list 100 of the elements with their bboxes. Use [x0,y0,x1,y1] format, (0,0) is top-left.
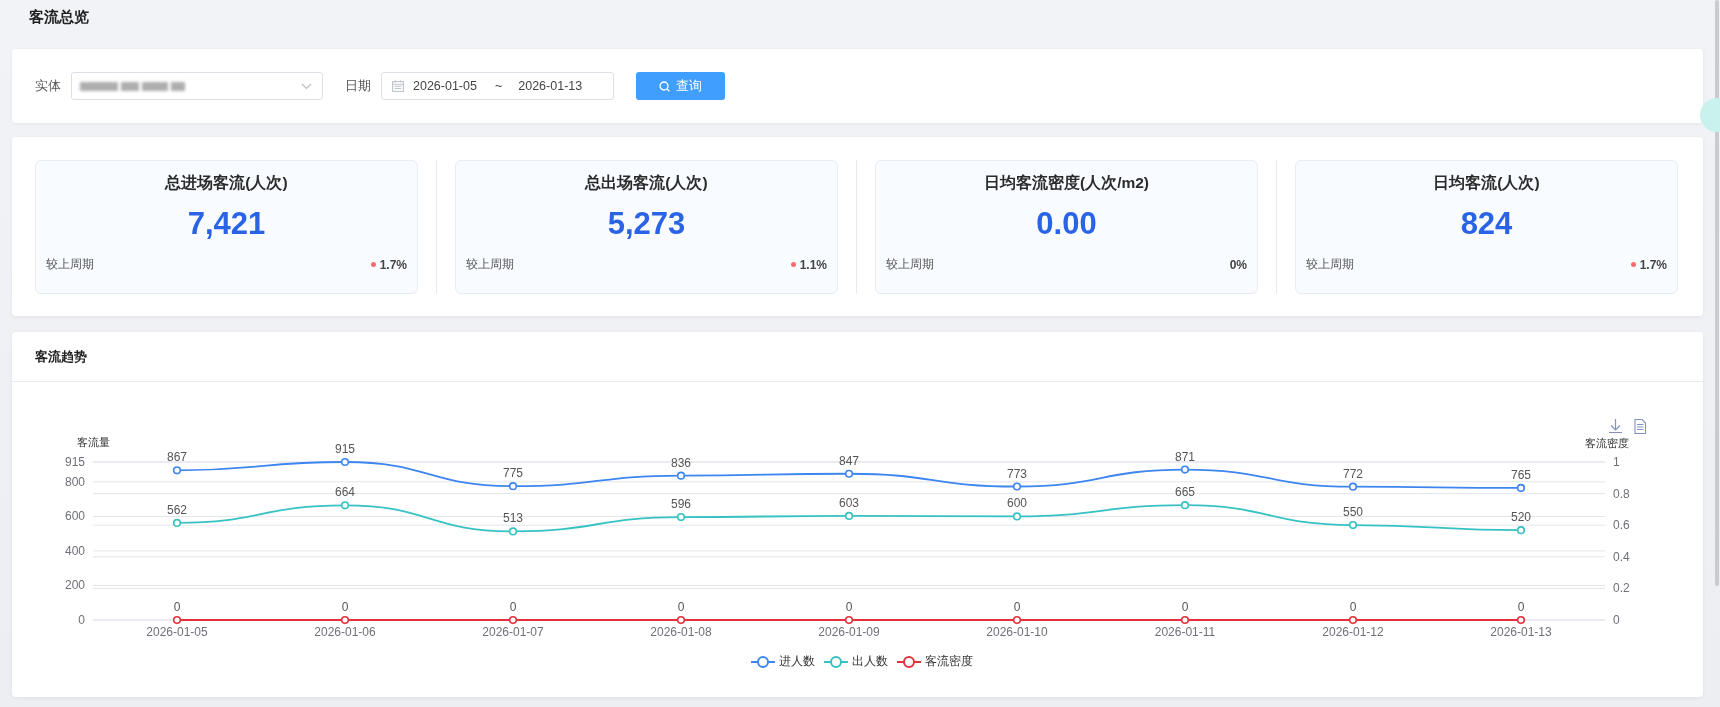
scrollbar-thumb[interactable] [1715,0,1719,586]
data-label: 0 [509,600,517,614]
axis-title: 客流密度 [1585,437,1629,449]
data-point [340,501,350,510]
data-point [1180,501,1190,510]
axis-title: 客流量 [76,436,110,448]
calendar-icon [392,80,404,92]
axis-tick-label: 2026-01-05 [146,625,208,639]
data-point [508,482,518,491]
stat-value: 0.00 [1036,206,1097,242]
data-label: 773 [1007,466,1027,481]
legend-label[interactable]: 出人数 [851,654,888,669]
stat-value: 824 [1460,206,1513,242]
data-label: 520 [1511,510,1531,525]
document-icon[interactable] [1634,418,1647,435]
data-point [1516,615,1526,625]
data-label: 775 [503,466,523,481]
change-value: 1.7% [1639,257,1667,272]
data-label: 847 [839,453,859,468]
data-label: 664 [335,485,355,500]
data-label: 915 [335,442,355,456]
data-point [172,615,182,625]
search-icon [659,80,670,92]
change-value: 0% [1229,257,1247,272]
entity-select[interactable] [71,72,323,100]
stat-value: 7,421 [187,206,266,242]
axis-tick-label: 2026-01-06 [314,625,376,639]
data-point [1180,615,1190,625]
data-point [1012,512,1022,521]
stat-title: 日均客流(人次) [1433,173,1540,193]
data-point [844,511,854,520]
date-range-field[interactable]: 2026-01-05 ~ 2026-01-13 [381,72,614,100]
stat-value: 5,273 [607,206,686,242]
data-point [1348,482,1358,491]
data-label: 836 [671,455,691,470]
legend-label[interactable]: 客流密度 [924,654,973,669]
axis-tick-label: 2026-01-12 [1322,625,1384,639]
legend-label[interactable]: 进人数 [778,654,815,669]
axis-tick-label: 0 [78,613,85,627]
data-label: 0 [677,600,685,614]
data-label: 0 [1013,600,1021,614]
axis-tick-label: 2026-01-10 [986,625,1048,639]
data-point [1348,520,1358,530]
data-point [676,471,686,480]
data-label: 0 [1517,600,1525,614]
axis-tick-label: 0.4 [1613,549,1630,564]
data-point [1516,526,1526,535]
compare-label: 较上周期 [886,256,934,273]
data-label: 665 [1175,485,1195,500]
axis-tick-label: 2026-01-07 [482,625,544,639]
stat-title: 总进场客流(人次) [165,173,288,193]
stat-title: 日均客流密度(人次/m2) [983,173,1149,193]
page-title: 客流总览 [29,8,89,25]
data-point [1012,615,1022,625]
data-label: 562 [167,502,187,517]
data-label: 603 [839,495,859,510]
axis-tick-label: 1 [1613,455,1620,469]
data-point [676,615,686,625]
data-label: 871 [1175,449,1195,464]
data-label: 550 [1343,505,1363,520]
axis-tick-label: 0.8 [1613,486,1630,501]
data-label: 765 [1511,467,1531,482]
stat-title: 总出场客流(人次) [585,173,708,193]
data-point [340,457,350,467]
axis-tick-label: 800 [64,474,85,489]
data-point [1348,615,1358,625]
axis-tick-label: 0 [1613,613,1620,627]
date-label: 日期 [345,78,371,94]
compare-label: 较上周期 [46,256,94,273]
data-point [172,518,182,528]
download-icon[interactable] [1608,418,1623,434]
data-label: 0 [1349,600,1357,614]
axis-tick-label: 2026-01-13 [1490,625,1552,639]
data-point [676,513,686,522]
change-value: 1.1% [799,257,827,272]
data-point [172,466,182,475]
data-point [1012,482,1022,491]
chevron-icon [301,82,312,90]
data-label: 0 [173,600,181,614]
data-point [844,469,854,478]
axis-tick-label: 400 [64,543,85,558]
panel-title: 客流趋势 [35,347,87,366]
data-point [844,615,854,625]
compare-label: 较上周期 [466,256,514,273]
data-label: 596 [671,497,691,512]
data-point [508,527,518,536]
axis-tick-label: 2026-01-09 [818,625,880,639]
compare-label: 较上周期 [1306,256,1354,273]
entity-label: 实体 [35,78,61,94]
data-label: 600 [1007,496,1027,511]
axis-tick-label: 2026-01-11 [1154,625,1216,639]
axis-tick-label: 200 [64,578,85,593]
change-value: 1.7% [379,257,407,272]
data-point [340,615,350,625]
axis-tick-label: 0.2 [1613,581,1630,596]
axis-tick-label: 0.6 [1613,518,1630,533]
data-label: 0 [341,600,349,614]
data-point [1516,483,1526,492]
data-label: 0 [845,600,853,614]
data-point [1180,465,1190,474]
